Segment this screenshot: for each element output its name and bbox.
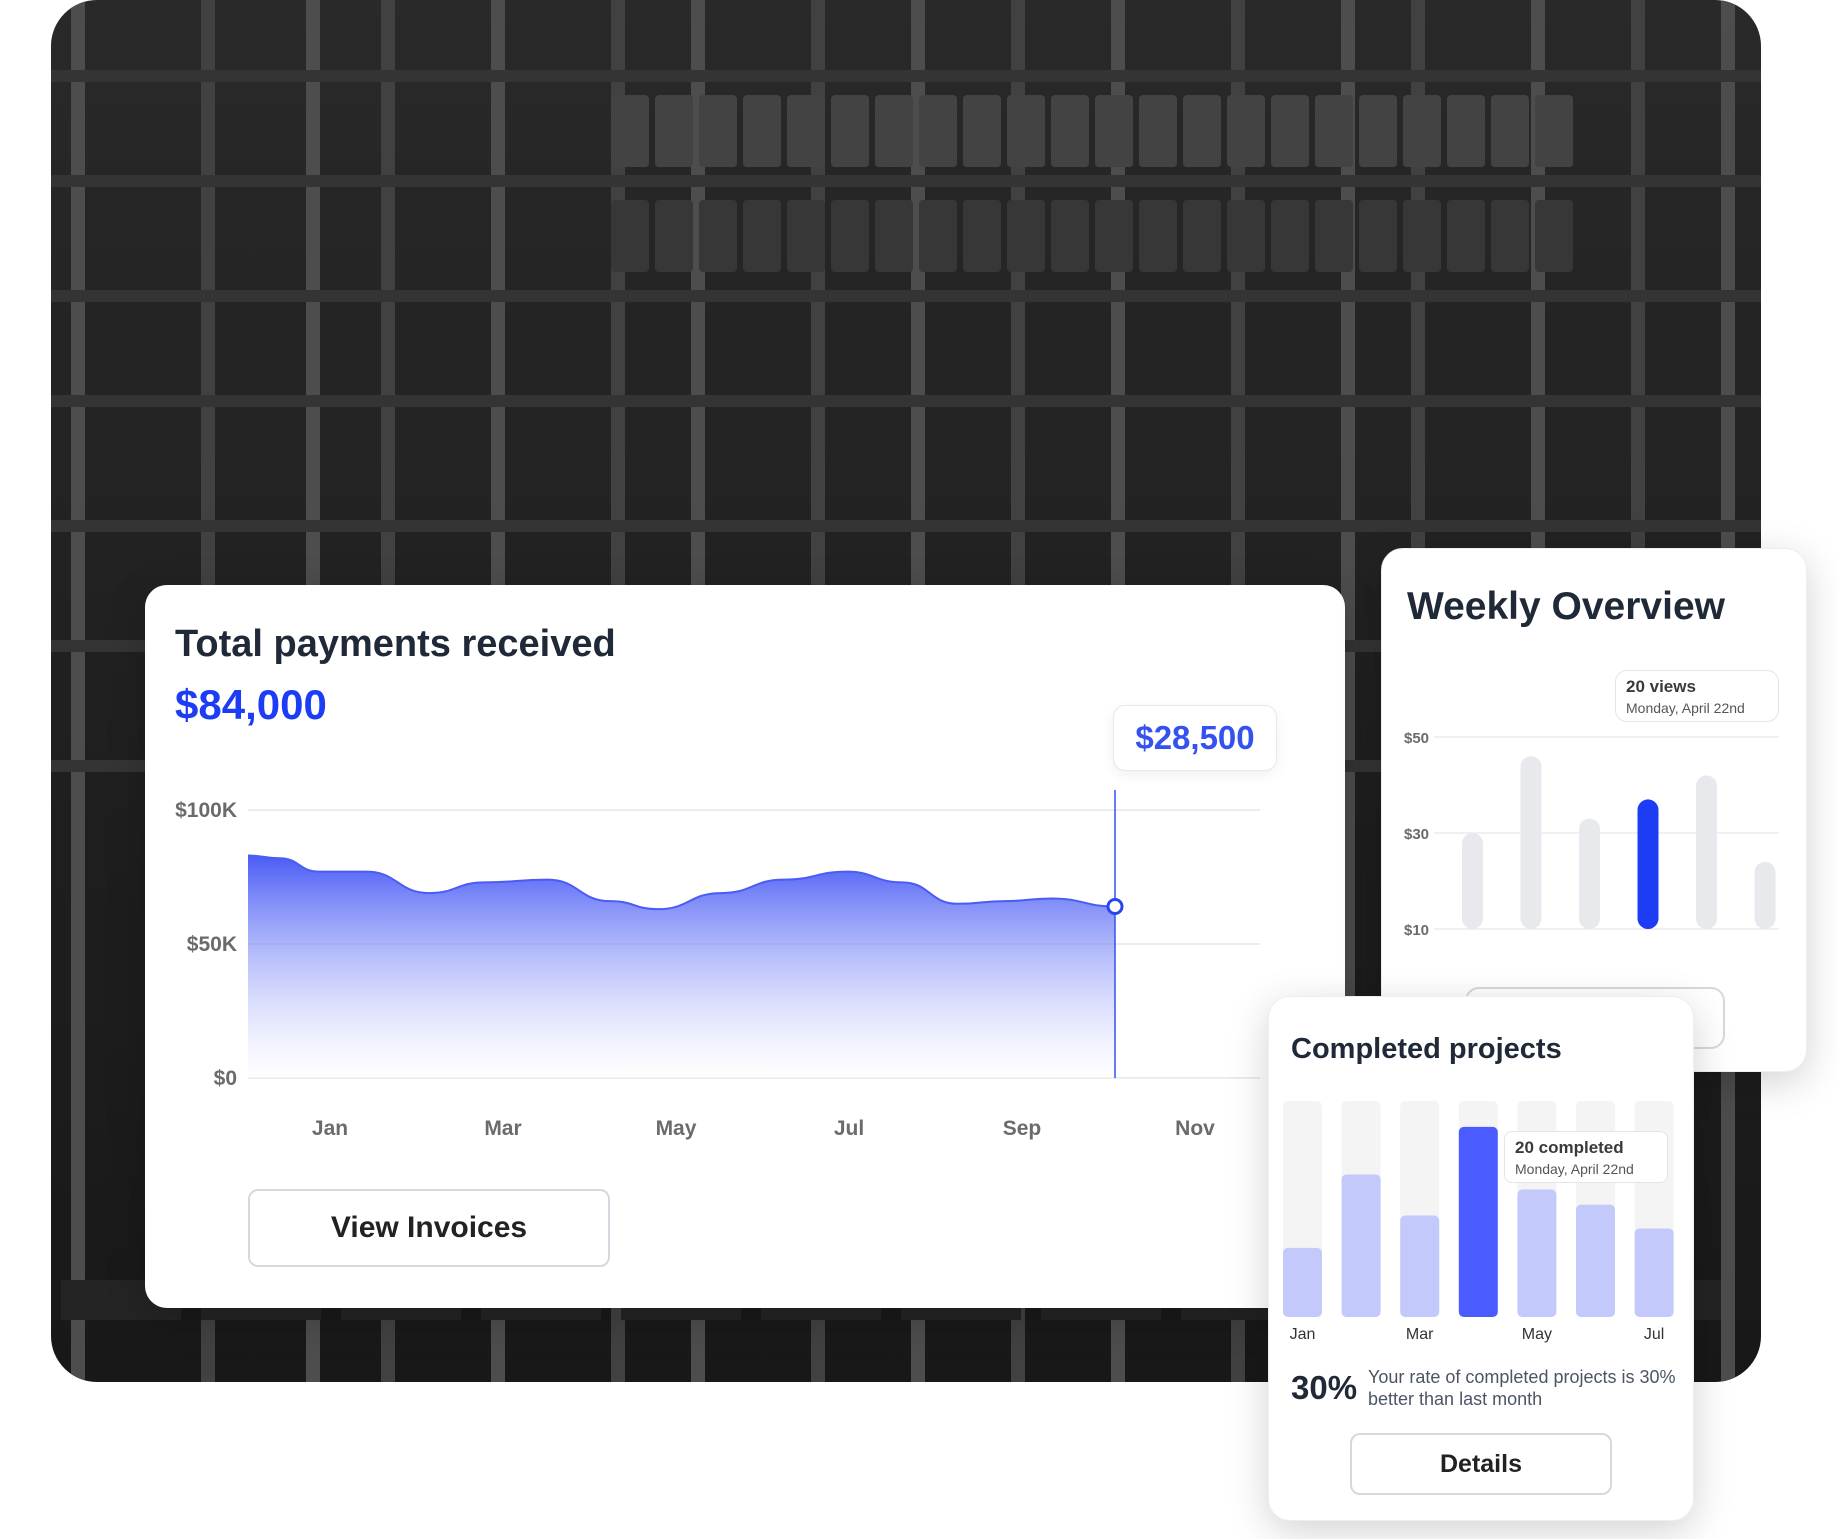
project-bar [1283, 1247, 1322, 1317]
projects-tooltip-main: 20 completed [1515, 1138, 1624, 1157]
x-tick-label: Jan [312, 1117, 348, 1140]
completion-rate-value: 30% [1291, 1369, 1358, 1406]
payments-tooltip: $28,500 [1113, 705, 1277, 771]
x-tick-label: May [1522, 1326, 1552, 1343]
x-tick-label: Mar [1406, 1326, 1434, 1343]
x-tick-label: Jul [1644, 1326, 1664, 1343]
project-bar [1517, 1189, 1557, 1317]
weekly-bar [1520, 756, 1542, 929]
weekly-bar [1462, 833, 1483, 929]
projects-tooltip: 20 completed Monday, April 22nd [1504, 1131, 1668, 1183]
project-bar [1458, 1126, 1498, 1317]
y-tick-label: $50 [1404, 730, 1429, 747]
y-tick-label: $100K [175, 799, 237, 822]
x-tick-label: Mar [484, 1117, 521, 1140]
completed-projects-card: Completed projects Jan Mar May Jul 20 compl… [1268, 996, 1694, 1521]
view-invoices-button[interactable]: View Invoices [248, 1189, 610, 1267]
project-bar [1576, 1204, 1615, 1317]
x-tick-label: Sep [1003, 1117, 1042, 1140]
y-tick-label: $50K [187, 933, 237, 956]
weekly-bar [1754, 861, 1776, 929]
y-tick-label: $0 [214, 1067, 237, 1090]
highlight-point [1106, 897, 1124, 915]
weekly-overview-card: Weekly Overview $50 $30 $10 20 views Monda… [1381, 548, 1807, 1072]
area-fill [248, 855, 1115, 1078]
x-tick-label: Jan [1290, 1326, 1316, 1343]
weekly-bar [1696, 775, 1717, 929]
x-tick-label: Nov [1175, 1117, 1215, 1140]
project-bar [1341, 1174, 1381, 1317]
weekly-tooltip-main: 20 views [1626, 677, 1696, 696]
x-tick-label: May [656, 1117, 697, 1140]
projects-tooltip-sub: Monday, April 22nd [1515, 1161, 1634, 1177]
project-bar [1634, 1228, 1674, 1317]
weekly-tooltip-sub: Monday, April 22nd [1626, 700, 1745, 716]
y-tick-label: $10 [1404, 922, 1429, 939]
weekly-bar-chart: $50 $30 $10 [1404, 730, 1779, 939]
y-tick-label: $30 [1404, 826, 1429, 843]
project-bar [1400, 1215, 1440, 1317]
weekly-bar [1637, 799, 1659, 929]
weekly-tooltip: 20 views Monday, April 22nd [1615, 670, 1779, 722]
payments-area-chart: $100K $50K $0 Jan Mar May Jul Sep Nov [175, 790, 1260, 1140]
weekly-bar [1579, 818, 1600, 929]
x-tick-label: Jul [834, 1117, 864, 1140]
payments-card: Total payments received $84,000 $100K $50… [145, 585, 1345, 1308]
completion-rate-text: Your rate of completed projects is 30% b… [1368, 1367, 1676, 1409]
details-button[interactable]: Details [1350, 1433, 1612, 1495]
